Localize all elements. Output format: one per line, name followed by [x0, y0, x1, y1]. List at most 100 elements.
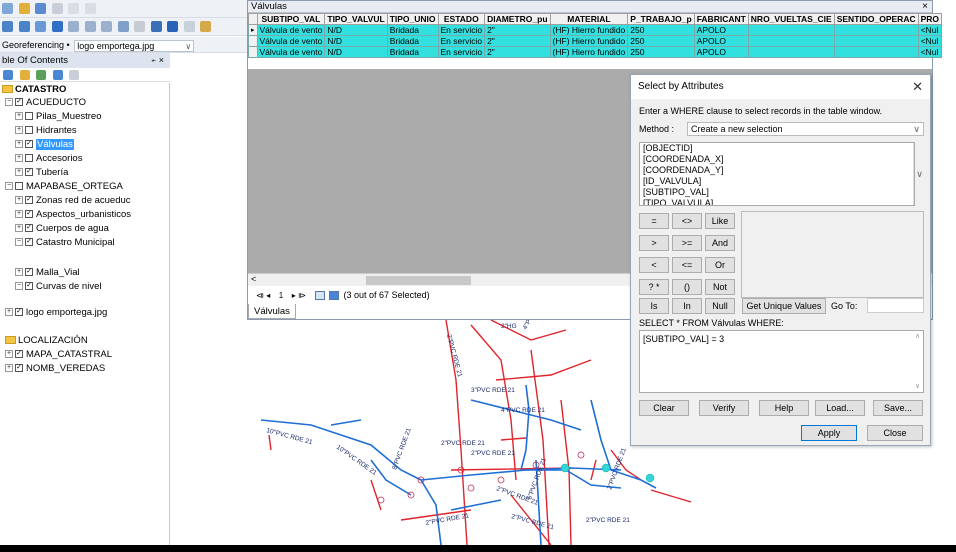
table-cell[interactable]: 2" — [484, 24, 551, 36]
column-header[interactable]: MATERIAL — [549, 13, 629, 25]
measure-icon[interactable] — [200, 21, 212, 32]
toc-layer-curvas[interactable]: − ✓ Curvas de nivel — [15, 281, 101, 293]
back-icon[interactable] — [84, 21, 96, 32]
clear-selection-icon[interactable] — [134, 21, 146, 32]
list-by-source-icon[interactable] — [19, 70, 30, 80]
table-cell[interactable]: (HF) Hierro fundido — [549, 35, 629, 47]
select-elements-icon[interactable] — [150, 21, 162, 32]
table-cell[interactable]: Bridada — [386, 35, 439, 47]
table-cell[interactable]: 2" — [484, 46, 551, 58]
toc-layer-malla-vial[interactable]: + ✓ Malla_Vial — [15, 267, 80, 279]
table-cell[interactable]: 250 — [627, 46, 695, 58]
list-item[interactable]: [ID_VALVULA] — [640, 176, 914, 187]
operator-in-button[interactable]: In — [672, 298, 702, 314]
next-record-button[interactable]: ▸ ⧐ — [292, 288, 306, 304]
operator-not-button[interactable]: Not — [705, 279, 735, 295]
table-cell[interactable]: En servicio — [437, 46, 486, 58]
column-header[interactable]: SENTIDO_OPERAC — [833, 13, 919, 25]
column-header[interactable]: SUBTIPO_VAL — [256, 13, 326, 25]
save-button[interactable]: Save... — [873, 400, 923, 416]
toc-layer-valvulas[interactable]: + ✓ Válvulas — [15, 139, 74, 151]
print-icon[interactable] — [51, 3, 63, 14]
operator-less-button[interactable]: < — [639, 257, 669, 273]
list-item[interactable]: [COORDENADA_X] — [640, 154, 914, 165]
georef-layer-select[interactable]: logo emportega.jpg — [74, 39, 195, 52]
table-cell[interactable]: <Nul — [917, 24, 943, 36]
row-selector[interactable]: ▸ — [248, 24, 258, 36]
table-cell[interactable]: APOLO — [693, 35, 749, 47]
fixed-zoom-icon[interactable] — [68, 21, 80, 32]
table-cell[interactable]: N/D — [324, 46, 388, 58]
toc-group-acueducto[interactable]: − ✓ ACUEDUCTO — [5, 97, 86, 109]
table-cell[interactable]: 250 — [627, 35, 695, 47]
apply-button[interactable]: Apply — [801, 425, 857, 441]
operator-and-button[interactable]: And — [705, 235, 735, 251]
options-icon[interactable] — [69, 70, 80, 80]
toc-pin-close[interactable]: ⍅ × — [151, 53, 164, 68]
georeferencing-menu[interactable]: Georeferencing • — [2, 40, 70, 50]
table-cell[interactable]: Válvula de vento — [256, 46, 326, 58]
method-select[interactable]: Create a new selection — [687, 122, 924, 136]
operator-wildcard-button[interactable]: ? * — [639, 279, 669, 295]
table-cell[interactable] — [833, 46, 919, 58]
close-button[interactable]: Close — [867, 425, 923, 441]
table-cell[interactable]: APOLO — [693, 46, 749, 58]
open-icon[interactable] — [18, 3, 30, 14]
show-selected-records-icon[interactable] — [329, 291, 340, 301]
zoom-out-icon[interactable] — [18, 21, 30, 32]
table-cell[interactable]: Bridada — [386, 24, 439, 36]
identify-icon[interactable] — [167, 21, 179, 32]
column-header[interactable]: DIAMETRO_pu — [484, 13, 551, 25]
toc-layer-logo[interactable]: + ✓ logo emportega.jpg — [5, 307, 107, 319]
column-header[interactable]: TIPO_UNIO — [386, 13, 439, 25]
table-cell[interactable]: 2" — [484, 35, 551, 47]
table-cell[interactable] — [747, 46, 835, 58]
close-icon[interactable]: ✕ — [912, 75, 923, 99]
table-cell[interactable] — [833, 24, 919, 36]
toc-layer-catastro-municipal[interactable]: − ✓ Catastro Municipal — [15, 237, 115, 249]
show-all-records-icon[interactable] — [314, 291, 325, 301]
toc-layer-mapa-catastral[interactable]: + ✓ MAPA_CATASTRAL — [5, 349, 112, 361]
table-cell[interactable]: <Nul — [917, 46, 943, 58]
pan-icon[interactable] — [35, 21, 47, 32]
list-item[interactable]: [TIPO_VALVULA] — [640, 198, 914, 205]
table-row[interactable]: Válvula de vento N/D Bridada En servicio… — [248, 35, 943, 47]
table-cell[interactable]: Válvula de vento — [256, 35, 326, 47]
operator-greater-button[interactable]: > — [639, 235, 669, 251]
first-record-button[interactable]: ⧏ ◂ — [256, 288, 270, 304]
row-selector[interactable] — [248, 35, 258, 47]
where-scrollbar[interactable]: ∧ ∨ — [913, 332, 922, 391]
scrollbar-thumb[interactable] — [366, 276, 471, 285]
close-icon[interactable]: × — [922, 1, 928, 13]
operator-greater-equal-button[interactable]: >= — [672, 235, 702, 251]
where-clause-input[interactable]: [SUBTIPO_VAL] = 3 ∧ ∨ — [639, 330, 924, 393]
table-cell[interactable]: En servicio — [437, 24, 486, 36]
verify-button[interactable]: Verify — [699, 400, 749, 416]
toc-layer-hidrantes[interactable]: + Hidrantes — [15, 125, 77, 137]
goto-input[interactable] — [867, 298, 924, 313]
toc-group-mapabase[interactable]: − MAPABASE_ORTEGA — [5, 181, 123, 193]
column-header[interactable]: P_TRABAJO_p — [627, 13, 695, 25]
toc-group-localizacion[interactable]: LOCALIZACIÓN — [5, 335, 88, 347]
toc-layer-zonas[interactable]: + ✓ Zonas red de acueduc — [15, 195, 131, 207]
column-header[interactable]: TIPO_VALVUL — [324, 13, 388, 25]
toc-layer-nomb-veredas[interactable]: + ✓ NOMB_VEREDAS — [5, 363, 105, 375]
table-cell[interactable]: N/D — [324, 24, 388, 36]
save-icon[interactable] — [35, 3, 47, 14]
table-cell[interactable] — [747, 35, 835, 47]
forward-icon[interactable] — [101, 21, 113, 32]
table-cell[interactable]: (HF) Hierro fundido — [549, 24, 629, 36]
cut-icon[interactable] — [68, 3, 80, 14]
unique-values-list[interactable] — [741, 211, 924, 298]
fields-list[interactable]: [OBJECTID] [COORDENADA_X] [COORDENADA_Y]… — [639, 142, 915, 206]
table-row[interactable]: Válvula de vento N/D Bridada En servicio… — [248, 46, 943, 58]
list-item[interactable]: [OBJECTID] — [640, 143, 914, 154]
table-cell[interactable]: Válvula de vento — [256, 24, 326, 36]
table-cell[interactable]: (HF) Hierro fundido — [549, 46, 629, 58]
new-doc-icon[interactable] — [2, 3, 13, 14]
operator-not-equal-button[interactable]: <> — [672, 213, 702, 229]
list-item[interactable]: [COORDENADA_Y] — [640, 165, 914, 176]
operator-less-equal-button[interactable]: <= — [672, 257, 702, 273]
record-number[interactable]: 1 — [279, 288, 283, 304]
column-header[interactable]: NRO_VUELTAS_CIE — [747, 13, 835, 25]
